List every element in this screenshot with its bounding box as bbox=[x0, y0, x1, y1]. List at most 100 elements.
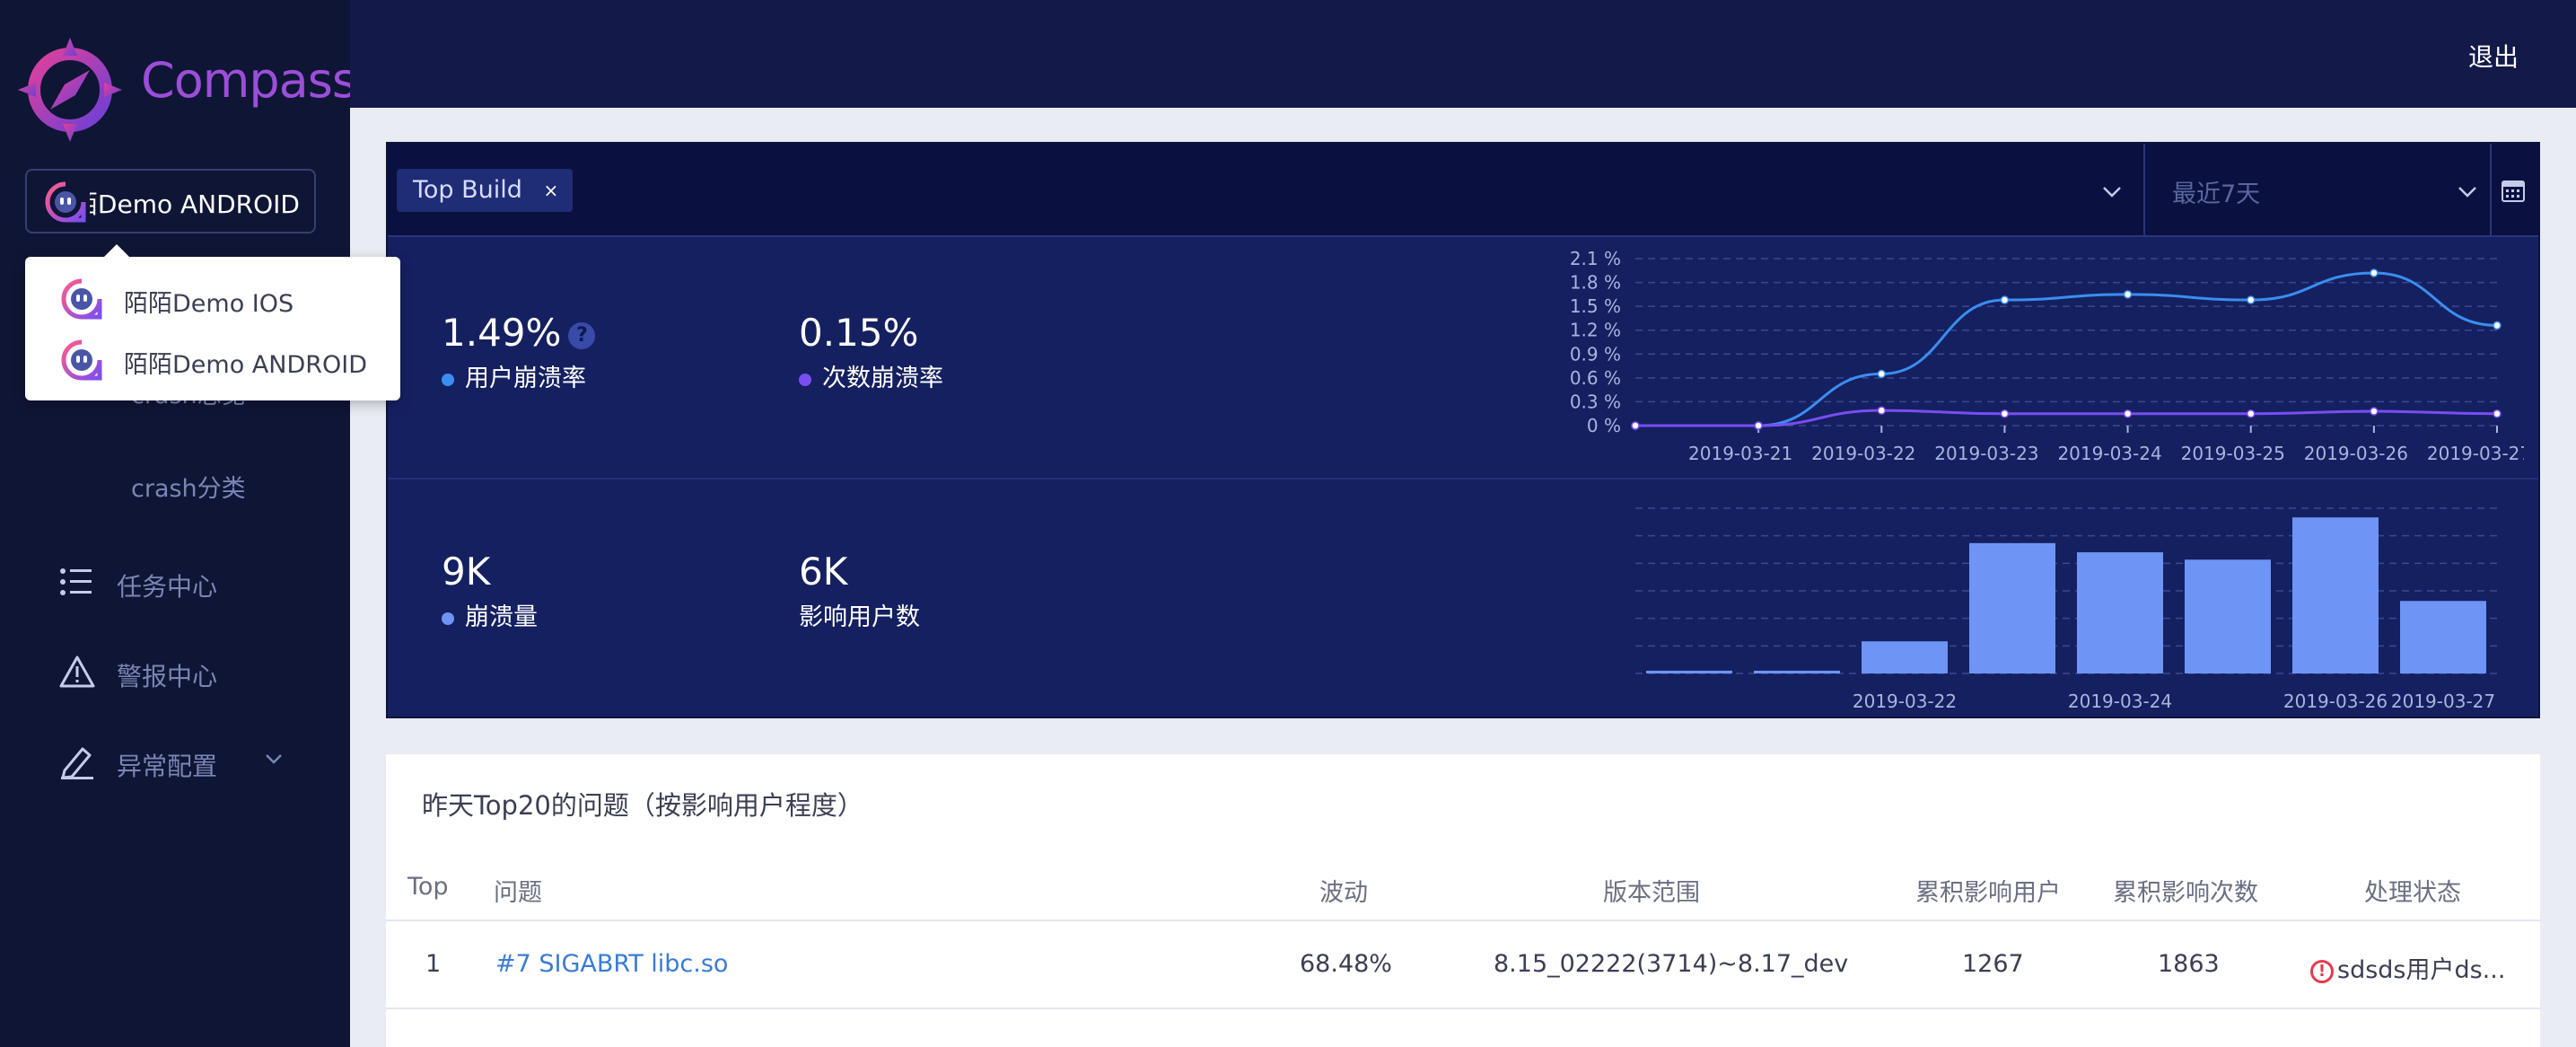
warning-icon bbox=[59, 655, 95, 688]
x-tick-label: 2019-03-24 bbox=[2057, 443, 2161, 464]
legend-dot bbox=[442, 611, 454, 625]
sidebar-item-label: 任务中心 bbox=[117, 572, 218, 602]
x-tick-label: 2019-03-25 bbox=[2181, 443, 2285, 464]
series-point bbox=[2246, 409, 2256, 418]
series-point bbox=[2123, 290, 2133, 299]
top-issues-card: 昨天Top20的问题（按影响用户程度） Top 问题 波动 版本范围 累积影响用… bbox=[386, 754, 2540, 1047]
filter-tag: Top Build × bbox=[397, 169, 573, 212]
x-tick-label: 2019-03-22 bbox=[1853, 691, 1957, 712]
bar bbox=[2185, 559, 2271, 673]
series-point bbox=[1877, 369, 1887, 379]
compass-logo-icon[interactable] bbox=[18, 38, 122, 142]
cell-count: 1863 bbox=[2158, 950, 2220, 978]
x-tick-label: 2019-03-21 bbox=[1688, 443, 1792, 464]
x-tick-label: 2019-03-26 bbox=[2283, 691, 2388, 712]
metric-value: 1.49% bbox=[442, 311, 562, 355]
app-avatar-icon bbox=[45, 181, 86, 223]
x-tick-label: 2019-03-22 bbox=[1811, 443, 1915, 464]
series-point bbox=[2000, 295, 2010, 304]
bar bbox=[2077, 552, 2163, 673]
series-point bbox=[2370, 268, 2379, 277]
y-tick-label: 2.1 % bbox=[1570, 250, 1621, 269]
table-row[interactable]: 1 #7 SIGABRT libc.so 68.48% 8.15_02222(3… bbox=[386, 923, 2540, 1009]
series-point bbox=[1877, 406, 1887, 415]
chevron-down-icon bbox=[266, 754, 282, 764]
series-point bbox=[2000, 409, 2010, 418]
y-tick-label: 1.2 % bbox=[1570, 320, 1621, 341]
sidebar-item-alerts[interactable]: 警报中心 bbox=[57, 648, 327, 695]
sidebar-item-tasks[interactable]: 任务中心 bbox=[57, 559, 327, 605]
card-title: 昨天Top20的问题（按影响用户程度） bbox=[422, 790, 863, 821]
table-row[interactable] bbox=[386, 1011, 2540, 1047]
help-icon[interactable]: ? bbox=[568, 321, 596, 349]
metric-label: 影响用户数 bbox=[799, 603, 920, 631]
cell-top: 1 bbox=[425, 950, 442, 978]
app-select-label: 陌陌Demo ANDROID bbox=[90, 189, 300, 219]
x-tick-label: 2019-03-23 bbox=[1934, 443, 2038, 464]
bar bbox=[1969, 542, 2055, 673]
cell-change: 68.48% bbox=[1300, 950, 1392, 978]
y-tick-label: 0.3 % bbox=[1570, 391, 1621, 412]
bar bbox=[1646, 670, 1732, 673]
metric-label: 用户崩溃率 bbox=[465, 365, 586, 392]
metric-value: 9K bbox=[442, 550, 491, 594]
metric-affected-users: 6K 影响用户数 bbox=[799, 550, 920, 632]
list-icon bbox=[60, 568, 92, 595]
bar bbox=[1754, 670, 1840, 673]
logout-button[interactable]: 退出 bbox=[2468, 38, 2519, 74]
series-point bbox=[2370, 407, 2379, 416]
cell-status: ! sdsds用户ds... bbox=[2310, 950, 2505, 985]
y-tick-label: 0 % bbox=[1587, 415, 1621, 436]
series-point bbox=[2123, 409, 2133, 418]
column-header[interactable]: Top bbox=[407, 873, 449, 901]
error-icon: ! bbox=[2310, 959, 2334, 983]
dropdown-item-ios[interactable]: 陌陌Demo IOS bbox=[25, 268, 400, 327]
brand-name: Compass bbox=[141, 52, 357, 109]
table-header: Top 问题 波动 版本范围 累积影响用户 累积影响次数 处理状态 bbox=[386, 853, 2540, 921]
column-header[interactable]: 波动 bbox=[1319, 873, 1368, 908]
sidebar-item-label: 异常配置 bbox=[117, 752, 218, 781]
metric-value: 6K bbox=[799, 550, 848, 594]
crash-count-bar-chart: 2019-03-22 2019-03-24 2019-03-26 2019-03-27 bbox=[1635, 507, 2497, 712]
column-header[interactable]: 累积影响次数 bbox=[2113, 873, 2258, 908]
dropdown-item-android[interactable]: 陌陌Demo ANDROID bbox=[25, 329, 400, 388]
pen-icon bbox=[61, 747, 93, 779]
chevron-down-icon[interactable] bbox=[2452, 176, 2483, 207]
series-point bbox=[1631, 421, 1640, 430]
legend-dot bbox=[442, 373, 454, 386]
x-tick-label: 2019-03-27 bbox=[2427, 443, 2524, 464]
dashboard-panel: Top Build × 最近7天 1.49%? 用户崩溃率 0.15% 次数崩溃… bbox=[386, 142, 2540, 718]
filter-tag-label: Top Build bbox=[413, 176, 522, 204]
dropdown-item-label: 陌陌Demo ANDROID bbox=[124, 351, 368, 379]
cell-users: 1267 bbox=[1962, 950, 2024, 978]
app-avatar-icon bbox=[61, 339, 102, 381]
column-header[interactable]: 处理状态 bbox=[2364, 873, 2461, 908]
legend-dot bbox=[799, 373, 811, 386]
app-select[interactable]: 陌陌Demo ANDROID bbox=[25, 169, 316, 233]
series-line-1 bbox=[1635, 409, 2498, 427]
x-tick-label: 2019-03-26 bbox=[2304, 443, 2408, 464]
metric-crash-count: 9K 崩溃量 bbox=[442, 550, 538, 632]
column-header[interactable]: 版本范围 bbox=[1603, 873, 1700, 908]
app-avatar-icon bbox=[61, 278, 102, 320]
sidebar-sub-item-crash-category[interactable]: crash分类 bbox=[131, 469, 246, 504]
calendar-icon[interactable] bbox=[2499, 176, 2528, 205]
crash-rate-line-chart: 0 % 0.3 %0.6 %0.9 %1.2 % 1.5 %1.8 % 2.1 % 20… bbox=[1570, 250, 2524, 464]
close-icon[interactable]: × bbox=[540, 180, 562, 201]
x-tick-label: 2019-03-24 bbox=[2068, 691, 2172, 712]
chevron-down-icon[interactable] bbox=[2097, 176, 2127, 207]
date-range-select[interactable]: 最近7天 bbox=[2172, 174, 2260, 209]
sidebar-item-label: 警报中心 bbox=[117, 662, 218, 691]
dropdown-item-label: 陌陌Demo IOS bbox=[124, 290, 294, 318]
app-dropdown-menu: 陌陌Demo IOS 陌陌Demo ANDROID bbox=[25, 244, 400, 400]
bar bbox=[1862, 641, 1948, 673]
y-tick-label: 0.9 % bbox=[1570, 343, 1621, 365]
column-header[interactable]: 累积影响用户 bbox=[1915, 873, 2061, 908]
issue-link[interactable]: #7 SIGABRT libc.so bbox=[495, 950, 728, 978]
filter-bar: Top Build × 最近7天 bbox=[388, 144, 2538, 237]
column-header[interactable]: 问题 bbox=[494, 873, 542, 908]
metric-count-crash-rate: 0.15% 次数崩溃率 bbox=[799, 311, 943, 393]
y-tick-label: 0.6 % bbox=[1570, 367, 1621, 389]
series-line-0 bbox=[1635, 271, 2498, 427]
sidebar-item-exception-config[interactable]: 异常配置 bbox=[57, 738, 327, 785]
